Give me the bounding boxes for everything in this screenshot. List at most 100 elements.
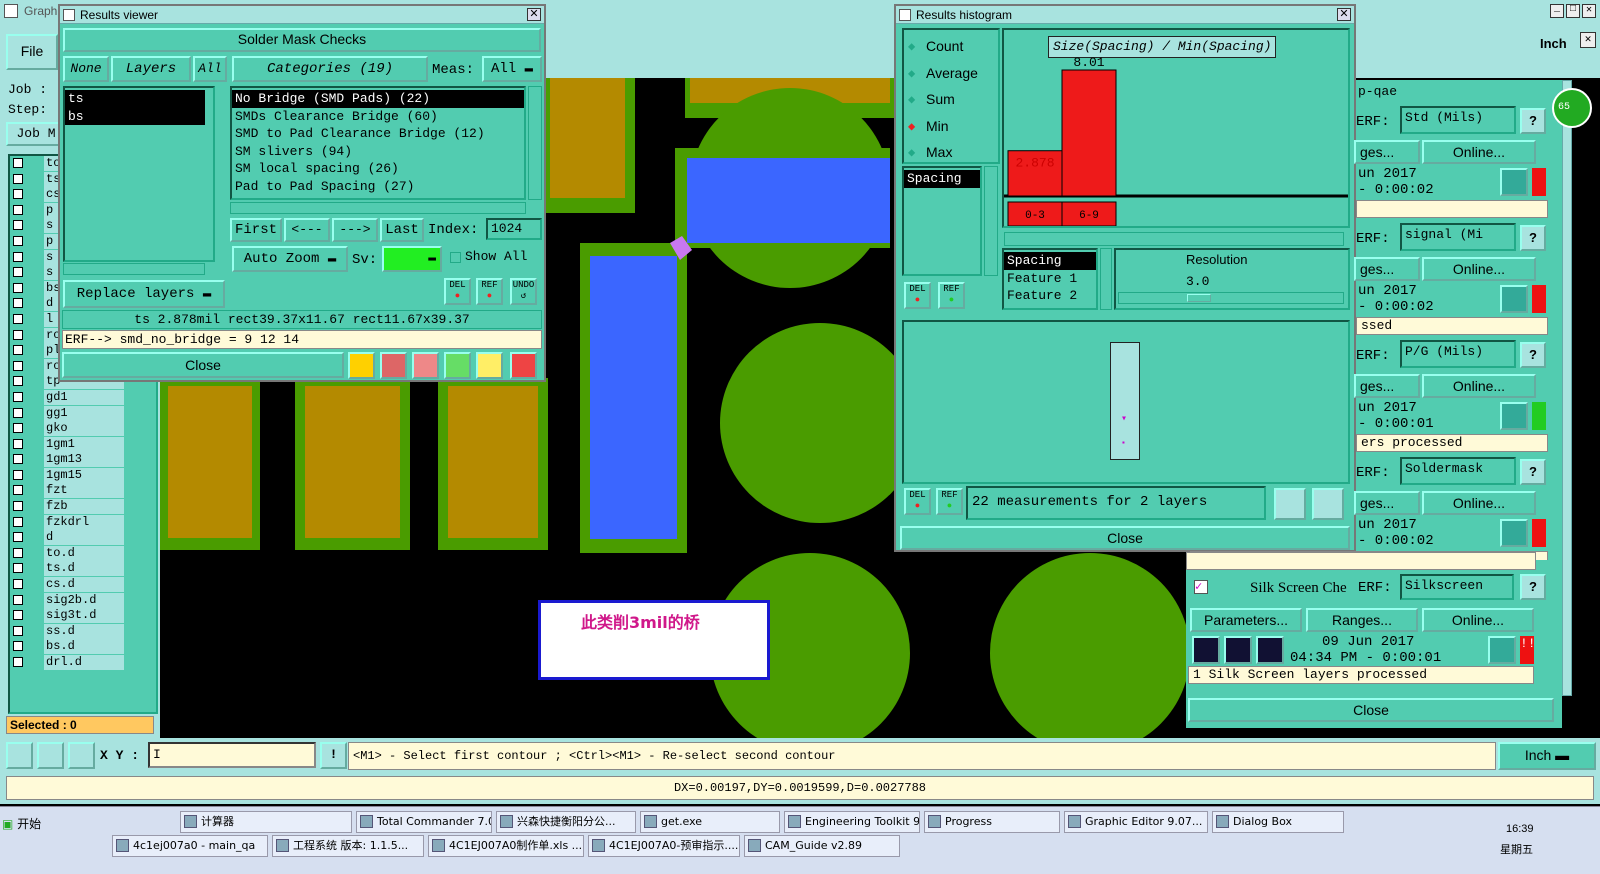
checkbox-icon[interactable] xyxy=(13,235,23,246)
chart-hscroll[interactable] xyxy=(1004,232,1344,246)
auto-zoom-select[interactable]: Auto Zoom ▬ xyxy=(232,246,348,272)
inch-menu[interactable]: Inch xyxy=(1540,36,1567,51)
minimize-icon[interactable]: _ xyxy=(1550,4,1564,18)
xy-input[interactable]: I xyxy=(148,742,316,768)
measure-icon[interactable] xyxy=(37,742,64,769)
zoom-icon[interactable] xyxy=(1500,519,1528,547)
show-all-checkbox[interactable] xyxy=(450,252,461,263)
checkbox-icon[interactable] xyxy=(13,220,23,231)
category-list[interactable]: No Bridge (SMD Pads) (22) SMDs Clearance … xyxy=(230,86,526,200)
highlight-icon[interactable] xyxy=(348,352,375,379)
ranges-button[interactable]: ges... xyxy=(1354,374,1420,398)
radio-icon[interactable]: ◆ xyxy=(908,145,915,160)
ranges-button[interactable]: ges... xyxy=(1354,140,1420,164)
checkbox-icon[interactable] xyxy=(13,189,23,200)
feature-item[interactable]: Feature 1 xyxy=(1004,270,1096,288)
h-ref2-button[interactable]: REF ● xyxy=(936,488,963,515)
layers-button[interactable]: Layers xyxy=(111,56,191,82)
feature-item[interactable]: Feature 2 xyxy=(1004,287,1096,305)
checkbox-icon[interactable] xyxy=(13,438,23,449)
slider-thumb[interactable] xyxy=(1187,294,1211,302)
taskbar-item[interactable]: 4c1ej007a0 - main_qa xyxy=(112,835,268,857)
last-button[interactable]: Last xyxy=(380,218,424,242)
layer-row[interactable]: bs.d xyxy=(10,639,156,655)
checkbox-icon[interactable] xyxy=(13,485,23,496)
histogram-list-item[interactable]: Spacing xyxy=(904,170,980,188)
layer-row[interactable]: d xyxy=(10,530,156,546)
category-item[interactable]: SM local spacing (26) xyxy=(232,160,524,178)
checkbox-icon[interactable] xyxy=(13,454,23,465)
category-hscroll[interactable] xyxy=(230,202,526,214)
category-item[interactable]: Pad to Pad Spacing (27) xyxy=(232,178,524,196)
export-icon[interactable] xyxy=(444,352,471,379)
radio-icon[interactable]: ◆ xyxy=(908,66,915,81)
erf-vscroll[interactable] xyxy=(1562,80,1572,696)
radio-icon[interactable]: ◆ xyxy=(908,39,915,54)
layer-row[interactable]: fzkdrl xyxy=(10,514,156,531)
checkbox-icon[interactable] xyxy=(13,516,23,527)
taskbar-item[interactable]: Dialog Box xyxy=(1212,811,1344,833)
zoom-icon[interactable] xyxy=(1488,636,1516,664)
category-item[interactable]: SM slivers (94) xyxy=(232,143,524,161)
checkbox-icon[interactable] xyxy=(13,313,23,324)
close-icon[interactable]: ✕ xyxy=(1337,8,1351,21)
checkbox-icon[interactable] xyxy=(13,345,23,356)
checkbox-icon[interactable] xyxy=(13,298,23,309)
silk-checkbox[interactable]: ✓ xyxy=(1194,580,1208,594)
checkbox-icon[interactable] xyxy=(13,657,23,667)
taskbar-item[interactable]: get.exe xyxy=(640,811,780,833)
ranges-button[interactable]: ges... xyxy=(1354,491,1420,515)
meas-select[interactable]: All ▬ xyxy=(482,56,542,82)
checkbox-icon[interactable] xyxy=(13,423,23,434)
close-icon[interactable]: ✕ xyxy=(527,8,541,21)
all-button[interactable]: All xyxy=(193,56,227,82)
grid-icon[interactable] xyxy=(68,742,95,769)
checkbox-icon[interactable] xyxy=(13,610,23,621)
layer-row[interactable]: 1gm15 xyxy=(10,467,156,484)
del-button[interactable]: DEL ● xyxy=(444,278,471,305)
checkbox-icon[interactable] xyxy=(13,532,23,543)
radio-item[interactable]: ◆ Count xyxy=(904,36,998,63)
erf-input[interactable]: Std (Mils) xyxy=(1400,106,1516,134)
feature-item[interactable]: Spacing xyxy=(1004,252,1096,270)
next-button[interactable]: ---> xyxy=(332,218,378,242)
checkbox-icon[interactable] xyxy=(13,547,23,558)
checkbox-icon[interactable] xyxy=(13,360,23,371)
zoom-fit-icon[interactable] xyxy=(6,742,33,769)
sv-color-select[interactable]: ▬ xyxy=(382,246,442,272)
layer-row[interactable]: sig3t.d xyxy=(10,608,156,624)
units-select[interactable]: Inch ▬ xyxy=(1498,742,1596,770)
prev-button[interactable]: <--- xyxy=(284,218,330,242)
alert-icon[interactable]: ! xyxy=(320,742,347,769)
checkbox-icon[interactable] xyxy=(13,376,23,387)
online-button[interactable]: Online... xyxy=(1422,140,1536,164)
radio-icon[interactable]: ◆ xyxy=(908,92,915,107)
h-del-button[interactable]: DEL ● xyxy=(904,282,931,309)
checkbox-icon[interactable] xyxy=(13,469,23,480)
layer-row[interactable]: gd1 xyxy=(10,389,156,406)
layer-list-box[interactable]: ts bs xyxy=(63,86,215,262)
replace-layers-select[interactable]: Replace layers ▬ xyxy=(63,280,225,308)
none-button[interactable]: None xyxy=(63,56,109,82)
taskbar-item[interactable]: CAM_Guide v2.89 xyxy=(744,835,900,857)
h-del2-button[interactable]: DEL ● xyxy=(904,488,931,515)
checkbox-icon[interactable] xyxy=(13,579,23,590)
layer-row[interactable]: ts.d xyxy=(10,561,156,577)
checkbox-icon[interactable] xyxy=(13,391,23,402)
silk-ranges-button[interactable]: Ranges... xyxy=(1306,608,1418,632)
taskbar-item[interactable]: 计算器 xyxy=(180,811,352,833)
histogram-bar[interactable] xyxy=(1061,69,1117,197)
category-item[interactable]: No Bridge (SMD Pads) (22) xyxy=(232,90,524,108)
rv-close-button[interactable]: Close xyxy=(62,352,344,378)
left-list-vscroll[interactable] xyxy=(984,166,998,276)
zoom-icon[interactable] xyxy=(1500,285,1528,313)
zoom-icon[interactable] xyxy=(1312,488,1344,520)
checkbox-icon[interactable] xyxy=(13,204,23,215)
online-button[interactable]: Online... xyxy=(1422,491,1536,515)
taskbar-item[interactable]: 兴森快捷衡阳分公... xyxy=(496,811,636,833)
taskbar-item[interactable]: Graphic Editor 9.07... xyxy=(1064,811,1208,833)
taskbar-item[interactable]: Total Commander 7.0... xyxy=(356,811,492,833)
radio-item[interactable]: ◆ Average xyxy=(904,63,998,90)
help-button[interactable]: ? xyxy=(1520,225,1546,251)
index-input[interactable]: 1024 xyxy=(486,218,542,240)
